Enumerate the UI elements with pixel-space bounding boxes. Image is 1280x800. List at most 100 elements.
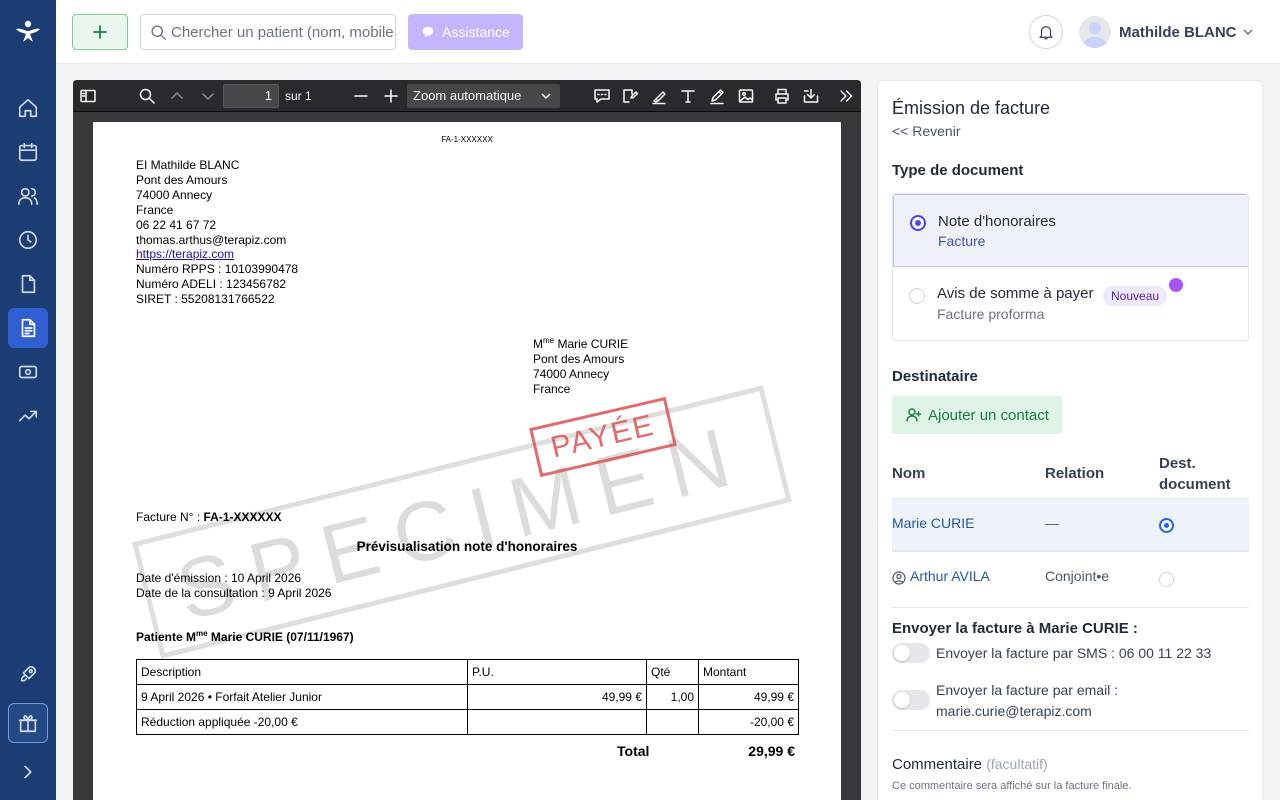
invoice-icon <box>21 318 36 338</box>
find-button[interactable] <box>138 87 156 105</box>
invoice-table: Description P.U. Qté Montant 9 April 202… <box>136 659 799 735</box>
download-button[interactable] <box>802 87 820 105</box>
signature-button[interactable] <box>621 87 639 105</box>
assistance-button[interactable]: Assistance <box>408 14 523 50</box>
issuer-email: thomas.arthus@terapiz.com <box>136 232 287 247</box>
new-badge-dot <box>1169 278 1183 292</box>
nav-patients[interactable] <box>8 176 48 216</box>
comment-label: Commentaire <box>892 756 983 773</box>
zoom-select[interactable]: Zoom automatique <box>407 84 560 108</box>
previous-page-button[interactable] <box>168 87 186 105</box>
option-note-honoraires[interactable]: Note d'honoraires Facture <box>893 194 1248 267</box>
option-sub: Facture <box>938 233 986 249</box>
section-divider <box>892 730 1249 731</box>
rocket-icon <box>20 665 37 682</box>
dest-radio-selected[interactable] <box>1159 518 1174 533</box>
image-icon <box>738 89 754 103</box>
sms-toggle-label: Envoyer la facture par SMS : 06 00 11 22… <box>936 645 1212 661</box>
recipient-country: France <box>533 381 571 396</box>
next-page-button[interactable] <box>199 87 217 105</box>
user-avatar-icon <box>1083 22 1107 48</box>
search-input[interactable] <box>171 23 395 41</box>
zoom-out-button[interactable] <box>352 87 370 105</box>
draw-button[interactable] <box>708 87 726 105</box>
add-contact-button[interactable]: Ajouter un contact <box>892 396 1062 434</box>
email-toggle-label: Envoyer la facture par email : marie.cur… <box>936 682 1119 719</box>
user-circle-icon <box>892 571 906 585</box>
table-cell: 49,99 € <box>698 684 799 710</box>
add-user-icon <box>906 408 922 422</box>
issuer-phone: 06 22 41 67 72 <box>136 217 217 232</box>
nav-payments[interactable] <box>8 352 48 392</box>
option-avis-somme[interactable]: Avis de somme à payer Facture proforma N… <box>893 268 1248 340</box>
app-logo[interactable] <box>14 18 42 46</box>
consultation-date: Date de la consultation : 9 April 2026 <box>136 586 332 600</box>
option-label: Note d'honoraires <box>938 213 1056 230</box>
page-number-input[interactable]: 1 <box>223 84 279 108</box>
table-cell: 49,99 € <box>467 684 647 710</box>
avatar[interactable] <box>1079 16 1111 48</box>
nav-invoices[interactable] <box>8 308 48 348</box>
topbar: Assistance Mathilde BLANC <box>56 0 1280 64</box>
nav-calendar[interactable] <box>8 132 48 172</box>
panel-title: Émission de facture <box>892 98 1051 118</box>
table-header: Montant <box>698 659 799 685</box>
invoice-number-line: Facture N° : FA-1-XXXXXX <box>136 510 282 524</box>
text-button[interactable] <box>679 87 697 105</box>
comment-icon <box>594 89 610 103</box>
radio-selected[interactable] <box>910 215 926 231</box>
search-icon <box>139 88 155 104</box>
table-header-row: Description P.U. Qté Montant <box>136 659 799 685</box>
add-button[interactable] <box>72 14 128 50</box>
table-cell <box>646 709 699 735</box>
sidebar-expand[interactable] <box>8 752 48 792</box>
nav-launch[interactable] <box>8 654 48 694</box>
calendar-icon <box>18 142 38 162</box>
pdf-toolbar: 1 sur 1 Zoom automatique <box>73 80 861 112</box>
nav-gifts[interactable] <box>8 703 48 743</box>
issuer-city: 74000 Annecy <box>136 187 213 202</box>
comment-button[interactable] <box>593 87 611 105</box>
highlight-button[interactable] <box>650 87 668 105</box>
sms-toggle[interactable] <box>892 643 930 663</box>
issuer-country: France <box>136 202 174 217</box>
file-icon <box>21 274 36 294</box>
chevron-down-icon[interactable] <box>1242 26 1254 38</box>
nav-documents[interactable] <box>8 264 48 304</box>
nav-history[interactable] <box>8 220 48 260</box>
nav-home[interactable] <box>8 88 48 128</box>
dest-radio-unselected[interactable] <box>1159 572 1174 587</box>
clock-icon <box>18 230 38 250</box>
image-button[interactable] <box>737 87 755 105</box>
issuer-website-link[interactable]: https://terapiz.com <box>136 247 234 261</box>
table-cell <box>467 709 647 735</box>
print-button[interactable] <box>773 87 791 105</box>
back-link[interactable]: << Revenir <box>892 123 960 139</box>
issuer-name: EI Mathilde BLANC <box>136 158 240 172</box>
nav-stats[interactable] <box>8 396 48 436</box>
issuer-adeli: Numéro ADELI : 123456782 <box>136 277 287 292</box>
recipient-street: Pont des Amours <box>533 351 625 366</box>
patient-name: Marie CURIE (07/11/1967) <box>207 630 354 644</box>
signature-icon <box>623 89 639 103</box>
contact-relation: — <box>1045 515 1059 531</box>
table-cell: 9 April 2026 • Forfait Atelier Junior <box>136 684 468 710</box>
add-contact-label: Ajouter un contact <box>928 406 1049 424</box>
bell-icon <box>1039 26 1053 40</box>
chevron-down-icon <box>541 93 551 100</box>
issuer-block: EI Mathilde BLANC Pont des Amours 74000 … <box>136 158 298 307</box>
email-toggle[interactable] <box>892 690 930 710</box>
radio-unselected[interactable] <box>909 288 925 304</box>
contact-name[interactable]: Marie CURIE <box>892 515 974 531</box>
send-heading: Envoyer la facture à Marie CURIE : <box>892 620 1138 637</box>
recipient-name: Marie CURIE <box>554 337 629 351</box>
user-name[interactable]: Mathilde BLANC <box>1119 24 1237 41</box>
contact-name[interactable]: Arthur AVILA <box>910 568 990 584</box>
recipient-prefix: M <box>533 337 543 351</box>
more-tools-button[interactable] <box>837 87 855 105</box>
notifications-button[interactable] <box>1029 15 1063 49</box>
zoom-in-button[interactable] <box>382 87 400 105</box>
table-header: Description <box>136 659 468 685</box>
sidebar-toggle-button[interactable] <box>79 87 97 105</box>
plus-icon <box>93 25 107 39</box>
